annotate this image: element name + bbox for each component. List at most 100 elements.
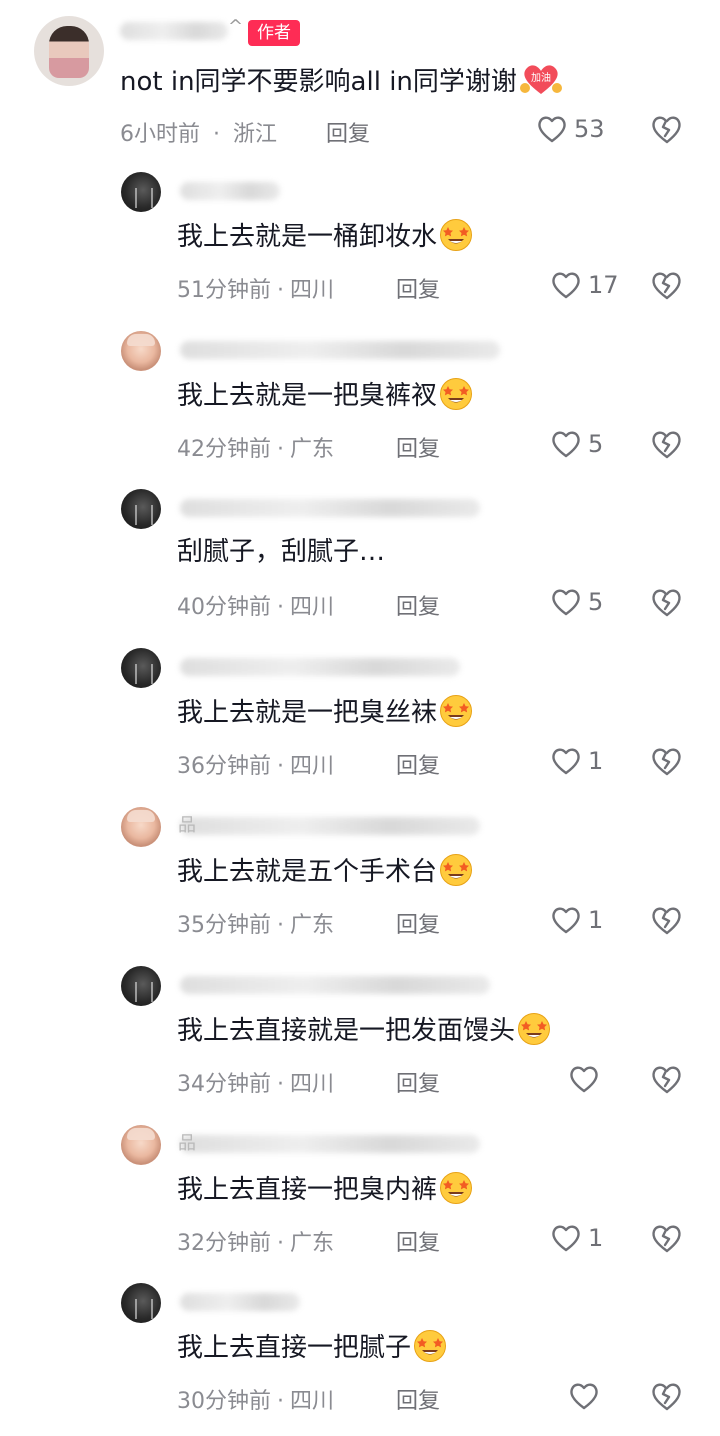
reply-text: 刮腻子，刮腻子…	[177, 535, 385, 569]
like-button[interactable]: 53	[536, 114, 605, 144]
reply-button[interactable]: 回复	[396, 1066, 440, 1098]
comment-time: 30分钟前	[177, 1389, 271, 1414]
comment-text: 我上去直接就是一把发面馒头	[177, 1016, 516, 1046]
dislike-broken-heart-icon[interactable]	[650, 1380, 684, 1412]
reply-name-blurred[interactable]	[180, 1135, 480, 1153]
reply-text: 我上去直接就是一把发面馒头	[177, 1012, 551, 1048]
comment-meta: 36分钟前 · 四川	[177, 748, 334, 780]
star-struck-emoji	[439, 853, 473, 887]
reply-avatar[interactable]	[121, 331, 161, 371]
comment-text: not in同学不要影响all in同学谢谢	[120, 67, 517, 97]
heart-icon	[552, 272, 580, 299]
like-button[interactable]: 5	[550, 429, 603, 459]
reply-avatar[interactable]	[121, 648, 161, 688]
like-count: 53	[574, 115, 605, 143]
reply-name-fragment: 品	[178, 815, 196, 836]
dislike-broken-heart-icon[interactable]	[650, 428, 684, 460]
star-struck-emoji	[413, 1329, 447, 1363]
reply-name-blurred[interactable]	[180, 976, 490, 994]
reply-avatar[interactable]	[121, 1283, 161, 1323]
like-button[interactable]: 1	[550, 1223, 603, 1253]
reply-text: 我上去就是五个手术台	[177, 853, 473, 889]
comment-meta: 42分钟前 · 广东	[177, 431, 334, 463]
like-button[interactable]: 5	[550, 587, 603, 617]
like-count: 5	[588, 430, 604, 458]
comment-meta: 6小时前 · 浙江	[120, 116, 277, 148]
comment-time: 36分钟前	[177, 754, 271, 779]
comment-location: 广东	[290, 437, 335, 462]
reply-text: 我上去就是一把臭丝袜	[177, 694, 473, 730]
like-button[interactable]	[568, 1064, 606, 1094]
reply-comment: 我上去就是一把臭丝袜 36分钟前 · 四川 回复 1	[0, 648, 720, 798]
reply-button[interactable]: 回复	[396, 1225, 440, 1257]
comment-time: 34分钟前	[177, 1072, 271, 1097]
reply-avatar[interactable]	[121, 1125, 161, 1165]
reply-comment: 品我上去就是五个手术台 35分钟前 · 广东 回复 1	[0, 807, 720, 957]
reply-avatar[interactable]	[121, 966, 161, 1006]
comment-time: 51分钟前	[177, 278, 271, 303]
reply-text: 我上去就是一把臭裤衩	[177, 377, 473, 413]
comment-location: 广东	[290, 913, 335, 938]
meta-separator: ·	[277, 754, 284, 779]
comment-text: 我上去就是一把臭裤衩	[177, 381, 438, 411]
reply-comment: 品我上去直接一把臭内裤 32分钟前 · 广东 回复 1	[0, 1125, 720, 1275]
reply-comment: 我上去就是一桶卸妆水 51分钟前 · 四川 回复 17	[0, 172, 720, 322]
reply-comment: 刮腻子，刮腻子… 40分钟前 · 四川 回复 5	[0, 489, 720, 639]
dislike-broken-heart-icon[interactable]	[650, 586, 684, 618]
like-button[interactable]: 17	[550, 270, 619, 300]
reply-name-blurred[interactable]	[180, 499, 480, 517]
reply-avatar[interactable]	[121, 489, 161, 529]
comment-location: 四川	[290, 278, 335, 303]
jiayou-sticker-icon: 加油	[519, 65, 562, 94]
heart-icon	[552, 589, 580, 616]
star-struck-emoji	[517, 1012, 551, 1046]
reply-name-blurred[interactable]	[180, 182, 280, 200]
reply-button[interactable]: 回复	[326, 116, 370, 148]
comment-text: 我上去直接一把腻子	[177, 1333, 412, 1363]
reply-button[interactable]: 回复	[396, 907, 440, 939]
dislike-broken-heart-icon[interactable]	[650, 745, 684, 777]
like-button[interactable]: 1	[550, 746, 603, 776]
comment-meta: 32分钟前 · 广东	[177, 1225, 334, 1257]
like-count: 1	[588, 906, 604, 934]
star-struck-emoji	[439, 694, 473, 728]
reply-button[interactable]: 回复	[396, 431, 440, 463]
reply-button[interactable]: 回复	[396, 1383, 440, 1415]
reply-avatar[interactable]	[121, 807, 161, 847]
dislike-broken-heart-icon[interactable]	[650, 1222, 684, 1254]
comment-text: 我上去就是一桶卸妆水	[177, 222, 438, 252]
reply-button[interactable]: 回复	[396, 748, 440, 780]
dislike-broken-heart-icon[interactable]	[650, 269, 684, 301]
comment-meta: 40分钟前 · 四川	[177, 589, 334, 621]
like-button[interactable]	[568, 1381, 606, 1411]
reply-avatar[interactable]	[121, 172, 161, 212]
reply-name-blurred[interactable]	[180, 1293, 300, 1311]
heart-icon	[552, 1225, 580, 1252]
comment-meta: 35分钟前 · 广东	[177, 907, 334, 939]
reply-name-blurred[interactable]	[180, 341, 500, 359]
author-avatar[interactable]	[34, 16, 104, 86]
meta-separator: ·	[277, 278, 284, 303]
dislike-broken-heart-icon[interactable]	[650, 113, 684, 145]
author-name-blurred[interactable]	[120, 22, 228, 40]
dislike-broken-heart-icon[interactable]	[650, 904, 684, 936]
comment-time: 35分钟前	[177, 913, 271, 938]
reply-name-blurred[interactable]	[180, 817, 480, 835]
like-button[interactable]: 1	[550, 905, 603, 935]
comment-meta: 51分钟前 · 四川	[177, 272, 334, 304]
reply-button[interactable]: 回复	[396, 272, 440, 304]
meta-separator: ·	[277, 437, 284, 462]
reply-text: 我上去直接一把腻子	[177, 1329, 447, 1365]
reply-name-blurred[interactable]	[180, 658, 460, 676]
comment-time: 40分钟前	[177, 595, 271, 620]
meta-separator: ·	[277, 1389, 284, 1414]
star-struck-emoji	[439, 1171, 473, 1205]
reply-button[interactable]: 回复	[396, 589, 440, 621]
reply-text: 我上去就是一桶卸妆水	[177, 218, 473, 254]
meta-separator: ·	[277, 913, 284, 938]
author-comment: ^ 作者 not in同学不要影响all in同学谢谢 加油 6小时前 · 浙江 …	[0, 0, 720, 160]
meta-separator: ·	[277, 595, 284, 620]
dislike-broken-heart-icon[interactable]	[650, 1063, 684, 1095]
meta-separator: ·	[213, 122, 220, 147]
reply-comment: 我上去直接就是一把发面馒头 34分钟前 · 四川 回复	[0, 966, 720, 1116]
